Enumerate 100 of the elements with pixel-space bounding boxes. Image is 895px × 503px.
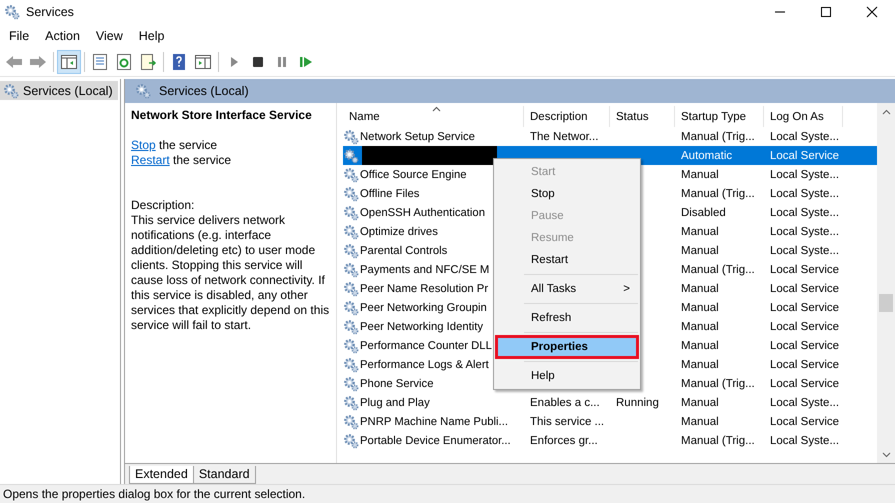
view-tab[interactable]: Standard	[192, 466, 256, 484]
gear-icon	[4, 4, 20, 20]
table-cell-text: Local Syste...	[769, 224, 840, 240]
column-header[interactable]: Log On As	[764, 106, 843, 127]
export-icon	[139, 53, 157, 71]
table-cell-text: Manual	[680, 320, 720, 334]
gear-icon	[343, 128, 359, 144]
table-cell-text: Manual (Trig...	[680, 130, 756, 144]
scroll-up-icon[interactable]	[882, 108, 890, 114]
gear-icon	[343, 242, 359, 258]
table-cell-text: Enables a c...	[529, 396, 601, 410]
close-icon	[866, 6, 878, 18]
table-cell-text: Local Syste...	[769, 396, 840, 410]
menu-label: All Tasks	[531, 283, 576, 295]
refresh-icon	[115, 53, 133, 71]
service-name: Payments and NFC/SE M	[360, 264, 490, 276]
table-cell-text: Manual (Trig...	[680, 262, 756, 278]
gear-icon	[343, 262, 359, 278]
table-cell[interactable]: Network Setup Service	[343, 127, 524, 146]
service-name: Peer Networking Groupin	[360, 302, 487, 314]
service-name: Portable Device Enumerator...	[360, 434, 511, 446]
table-cell-text: Local Service	[769, 358, 840, 372]
table-cell[interactable]: Plug and Play	[343, 393, 524, 412]
table-cell-text: Manual	[680, 300, 720, 316]
table-cell-text: Automatic	[680, 148, 734, 164]
gear-icon	[3, 82, 19, 98]
table-cell-text: Local Service	[769, 338, 840, 354]
gear-icon	[343, 432, 359, 448]
scroll-thumb[interactable]	[879, 294, 893, 312]
tree-item[interactable]: Services (Local)	[0, 81, 118, 100]
gear-icon	[343, 280, 359, 296]
gear-icon	[135, 83, 151, 99]
table-cell-text: Manual	[680, 224, 720, 240]
service-title: Network Store Interface Service	[131, 108, 313, 123]
column-header[interactable]: Description	[524, 106, 610, 127]
table-cell-text: Local Service	[769, 148, 840, 164]
menu-item[interactable]: View	[88, 29, 131, 43]
pane-icon	[60, 53, 78, 71]
table-cell-text: This service ...	[529, 414, 606, 430]
submenu-arrow: >	[623, 283, 630, 295]
gear-icon	[343, 394, 359, 410]
forward-arrow-icon	[29, 53, 47, 71]
help-icon	[170, 53, 188, 71]
service-name: Peer Name Resolution Pr	[360, 282, 488, 294]
action-link[interactable]: Restart	[131, 153, 170, 167]
table-cell-text: Manual (Trig...	[680, 186, 756, 202]
action-link[interactable]: Stop	[131, 138, 156, 152]
table-cell[interactable]: PNRP Machine Name Publi...	[343, 412, 524, 431]
maximize-icon	[820, 6, 832, 18]
table-cell-text: Manual	[680, 396, 720, 410]
table-cell[interactable]: Portable Device Enumerator...	[343, 431, 524, 450]
service-name: Network Setup Service	[360, 130, 475, 142]
gear-icon	[343, 300, 359, 316]
column-header[interactable]: Status	[610, 106, 675, 127]
gear-icon	[343, 338, 359, 354]
description-label: Description:	[131, 198, 196, 213]
service-name: PNRP Machine Name Publi...	[360, 416, 508, 428]
table-cell-text: Manual	[680, 168, 720, 182]
table-cell-text: Local Syste...	[769, 206, 840, 220]
gear-icon	[343, 148, 359, 164]
service-name: OpenSSH Authentication	[360, 206, 485, 218]
gear-icon	[343, 224, 359, 240]
column-header[interactable]: Startup Type	[675, 106, 764, 127]
gear-icon	[343, 186, 359, 202]
gear-icon	[343, 356, 359, 372]
action-text: the service	[158, 138, 218, 152]
table-cell-text: Local Service	[769, 282, 840, 296]
toolbar-button[interactable]	[57, 50, 81, 74]
description-text: This service delivers network notifications (e.g. interface addition/deleting etc) to user mode clients. Stopping this service will cause loss of network connectivity. If this service is disabled, any other services that explicitly depend on this service will fail to start.	[131, 213, 330, 333]
service-name: Office Source Engine	[360, 168, 467, 180]
table-cell-text: Local Syste...	[769, 168, 840, 182]
table-cell-text: Running	[615, 396, 660, 410]
table-cell-text: Local Service	[769, 376, 840, 392]
table-cell-text: Local Service	[769, 262, 840, 278]
table-cell-text: Local Syste...	[769, 186, 840, 202]
menu-item[interactable]: Help	[130, 29, 172, 43]
service-name: Peer Networking Identity	[360, 320, 484, 332]
menu-item[interactable]: File	[1, 29, 38, 43]
table-cell-text: Manual	[680, 244, 720, 258]
pane-icon	[194, 53, 212, 71]
status-text: Opens the properties dialog box for the current selection.	[3, 487, 306, 501]
service-name: Optimize drives	[360, 226, 438, 238]
table-cell-text: Disabled	[680, 206, 727, 220]
service-name: Phone Service	[360, 378, 434, 390]
table-cell-text: Manual	[680, 338, 720, 354]
scrollbar[interactable]	[877, 103, 895, 463]
window-title: Services	[26, 5, 74, 19]
view-tab[interactable]: Extended	[129, 466, 194, 484]
sort-caret-icon	[432, 106, 441, 112]
menu-item[interactable]: Action	[37, 29, 88, 43]
menu-item[interactable]: Properties	[496, 336, 638, 358]
scroll-down-icon[interactable]	[882, 452, 890, 458]
column-header[interactable]: Name	[343, 106, 524, 127]
service-name: Offline Files	[360, 188, 420, 200]
table-cell-text: Manual	[680, 282, 720, 296]
back-arrow-icon	[5, 53, 23, 71]
table-cell-text: Local Syste...	[769, 434, 840, 448]
table-cell-text: Local Service	[769, 320, 840, 334]
service-name: Performance Counter DLL	[360, 340, 492, 352]
table-cell-text: Local Syste...	[769, 244, 840, 258]
